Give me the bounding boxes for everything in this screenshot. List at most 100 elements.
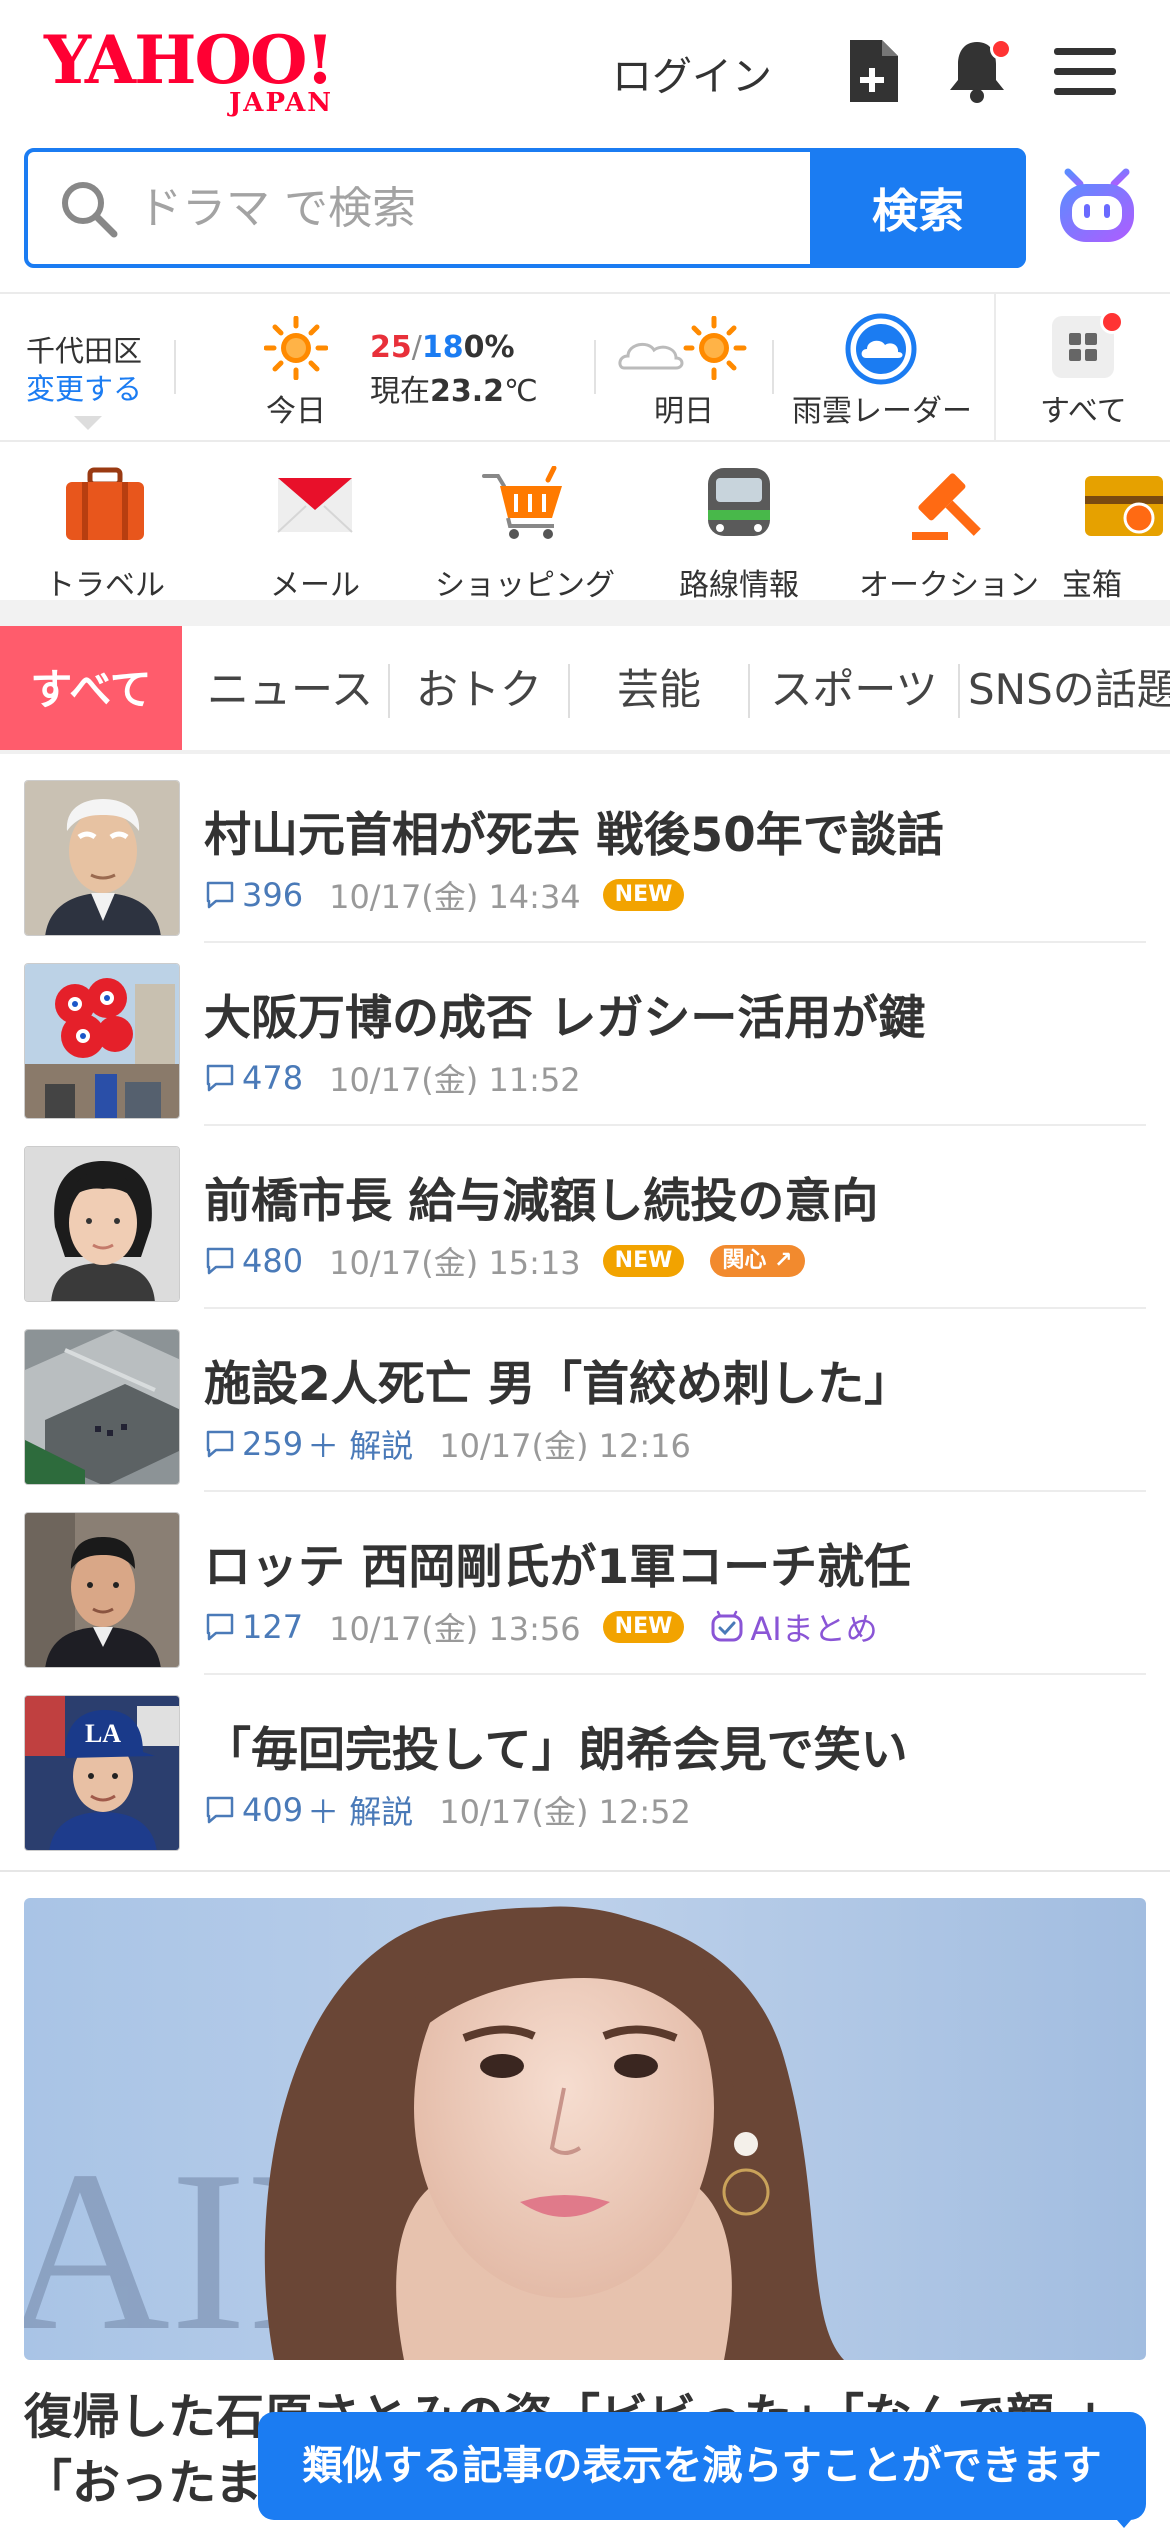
news-date: 10/17(金) 13:56	[329, 1610, 581, 1648]
weather-tomorrow-label: 明日	[654, 394, 714, 429]
comment-count-value: 478	[242, 1059, 304, 1097]
comment-count[interactable]: 478	[204, 1059, 303, 1097]
radar-icon	[844, 312, 918, 386]
section-divider	[0, 1870, 1170, 1872]
ai-assistant-icon[interactable]	[1054, 162, 1140, 252]
search-button[interactable]: 検索	[810, 148, 1026, 268]
bell-icon[interactable]	[940, 34, 1014, 108]
current-prefix: 現在	[370, 374, 430, 409]
tab-entertainment[interactable]: 芸能	[570, 626, 748, 750]
service-treasure-box[interactable]: 宝箱	[1054, 462, 1170, 602]
news-thumbnail	[24, 963, 180, 1119]
similar-articles-tooltip[interactable]: 類似する記事の表示を減らすことができます	[258, 2412, 1146, 2520]
service-mail[interactable]: メール	[210, 462, 420, 602]
rain-radar-label: 雨雲レーダー	[792, 394, 972, 429]
comment-count-value: 127	[242, 1608, 304, 1646]
news-item[interactable]: LA 「毎回完投して」朗希会見で笑い 409 ＋ 解説 10/17(金) 12:…	[0, 1675, 1170, 1858]
weather-current: 現在23.2℃	[370, 366, 538, 410]
new-badge: NEW	[602, 879, 685, 911]
yahoo-japan-logo[interactable]: YAHOO! JAPAN	[44, 24, 364, 120]
weather-all-button[interactable]: すべて	[994, 294, 1170, 440]
notification-dot	[1100, 310, 1124, 334]
notification-dot	[990, 38, 1012, 60]
service-label: 路線情報	[679, 568, 799, 602]
comment-icon	[206, 1064, 234, 1092]
rain-chance: 0%	[463, 330, 515, 365]
service-shopping[interactable]: ショッピング	[420, 462, 630, 602]
comment-count[interactable]: 409 ＋ 解説	[204, 1787, 413, 1833]
comment-icon	[206, 1430, 234, 1458]
service-auction[interactable]: オークション	[844, 462, 1054, 602]
news-date: 10/17(金) 12:52	[439, 1793, 691, 1831]
comment-count-value: 480	[242, 1242, 304, 1280]
news-meta: 478 10/17(金) 11:52	[204, 1055, 603, 1101]
news-title: ロッテ 西岡剛氏が1軍コーチ就任	[204, 1540, 912, 1595]
divider	[594, 340, 596, 394]
comment-icon	[206, 881, 234, 909]
commentary-link[interactable]: ＋ 解説	[307, 1787, 413, 1833]
weather-all-label: すべて	[1040, 394, 1127, 429]
service-label: メール	[270, 568, 360, 602]
news-title: 施設2人死亡 男「首絞め刺した」	[204, 1357, 912, 1412]
ai-check-icon	[711, 1610, 743, 1642]
comment-count[interactable]: 480	[204, 1242, 303, 1280]
tab-sports[interactable]: スポーツ	[752, 626, 956, 750]
service-label: ショッピング	[435, 568, 615, 602]
sun-icon	[263, 315, 329, 381]
feature-article-image[interactable]: AIR	[24, 1898, 1146, 2360]
news-title: 大阪万博の成否 レガシー活用が鍵	[204, 991, 926, 1046]
news-item[interactable]: 前橋市長 給与減額し続投の意向 480 10/17(金) 15:13 NEW 関…	[0, 1126, 1170, 1309]
caret-down-icon	[74, 416, 102, 430]
divider	[174, 340, 176, 394]
gavel-icon	[904, 466, 994, 542]
comment-icon	[206, 1613, 234, 1641]
tab-sns[interactable]: SNSの話題	[968, 626, 1170, 750]
current-temp: 23.2	[430, 374, 505, 409]
comment-icon	[206, 1247, 234, 1275]
grid-icon	[1052, 310, 1124, 378]
tab-news[interactable]: ニュース	[190, 626, 390, 750]
treasure-box-icon	[1079, 466, 1169, 542]
weather-area[interactable]: 千代田区 変更する	[26, 332, 142, 408]
service-transit[interactable]: 路線情報	[634, 462, 844, 602]
news-thumbnail	[24, 1146, 180, 1302]
tooltip-pointer	[1110, 2512, 1138, 2528]
mail-icon	[270, 466, 360, 542]
service-travel[interactable]: トラベル	[0, 462, 210, 602]
news-item[interactable]: 村山元首相が死去 戦後50年で談話 396 10/17(金) 14:34 NEW	[0, 760, 1170, 943]
section-divider	[0, 600, 1170, 626]
cart-icon	[480, 465, 570, 542]
cloud-sun-icon	[618, 315, 748, 381]
news-item[interactable]: 施設2人死亡 男「首絞め刺した」 259 ＋ 解説 10/17(金) 12:16	[0, 1309, 1170, 1492]
service-label: 宝箱	[1062, 568, 1122, 602]
ai-summary-link[interactable]: AIまとめ	[710, 1604, 878, 1650]
news-date: 10/17(金) 15:13	[329, 1244, 581, 1282]
weather-area-name: 千代田区	[26, 334, 143, 368]
svg-text:LA: LA	[85, 1719, 121, 1748]
tab-deals[interactable]: おトク	[390, 626, 568, 750]
tab-divider	[958, 664, 960, 718]
logo-main-text: YAHOO!	[44, 21, 334, 99]
add-document-icon[interactable]	[836, 34, 910, 108]
search-input[interactable]	[138, 172, 818, 244]
weather-area-change-link[interactable]: 変更する	[26, 370, 142, 408]
news-item[interactable]: 大阪万博の成否 レガシー活用が鍵 478 10/17(金) 11:52	[0, 943, 1170, 1126]
login-link[interactable]: ログイン	[612, 44, 772, 102]
interest-rising-badge: 関心 ↗	[710, 1245, 805, 1277]
comment-count[interactable]: 259 ＋ 解説	[204, 1421, 413, 1467]
news-item[interactable]: ロッテ 西岡剛氏が1軍コーチ就任 127 10/17(金) 13:56 NEW …	[0, 1492, 1170, 1675]
suitcase-icon	[60, 466, 150, 542]
comment-icon	[206, 1796, 234, 1824]
commentary-link[interactable]: ＋ 解説	[307, 1421, 413, 1467]
tab-all[interactable]: すべて	[0, 626, 182, 750]
comment-count[interactable]: 127	[204, 1608, 303, 1646]
temp-low: 18	[421, 330, 464, 365]
news-date: 10/17(金) 11:52	[329, 1061, 581, 1099]
hamburger-menu-icon[interactable]	[1048, 34, 1122, 108]
train-icon	[694, 466, 784, 542]
comment-count[interactable]: 396	[204, 876, 303, 914]
news-thumbnail	[24, 1329, 180, 1485]
current-unit: ℃	[504, 374, 538, 409]
news-date: 10/17(金) 14:34	[329, 878, 581, 916]
header: YAHOO! JAPAN ログイン	[0, 0, 1170, 140]
